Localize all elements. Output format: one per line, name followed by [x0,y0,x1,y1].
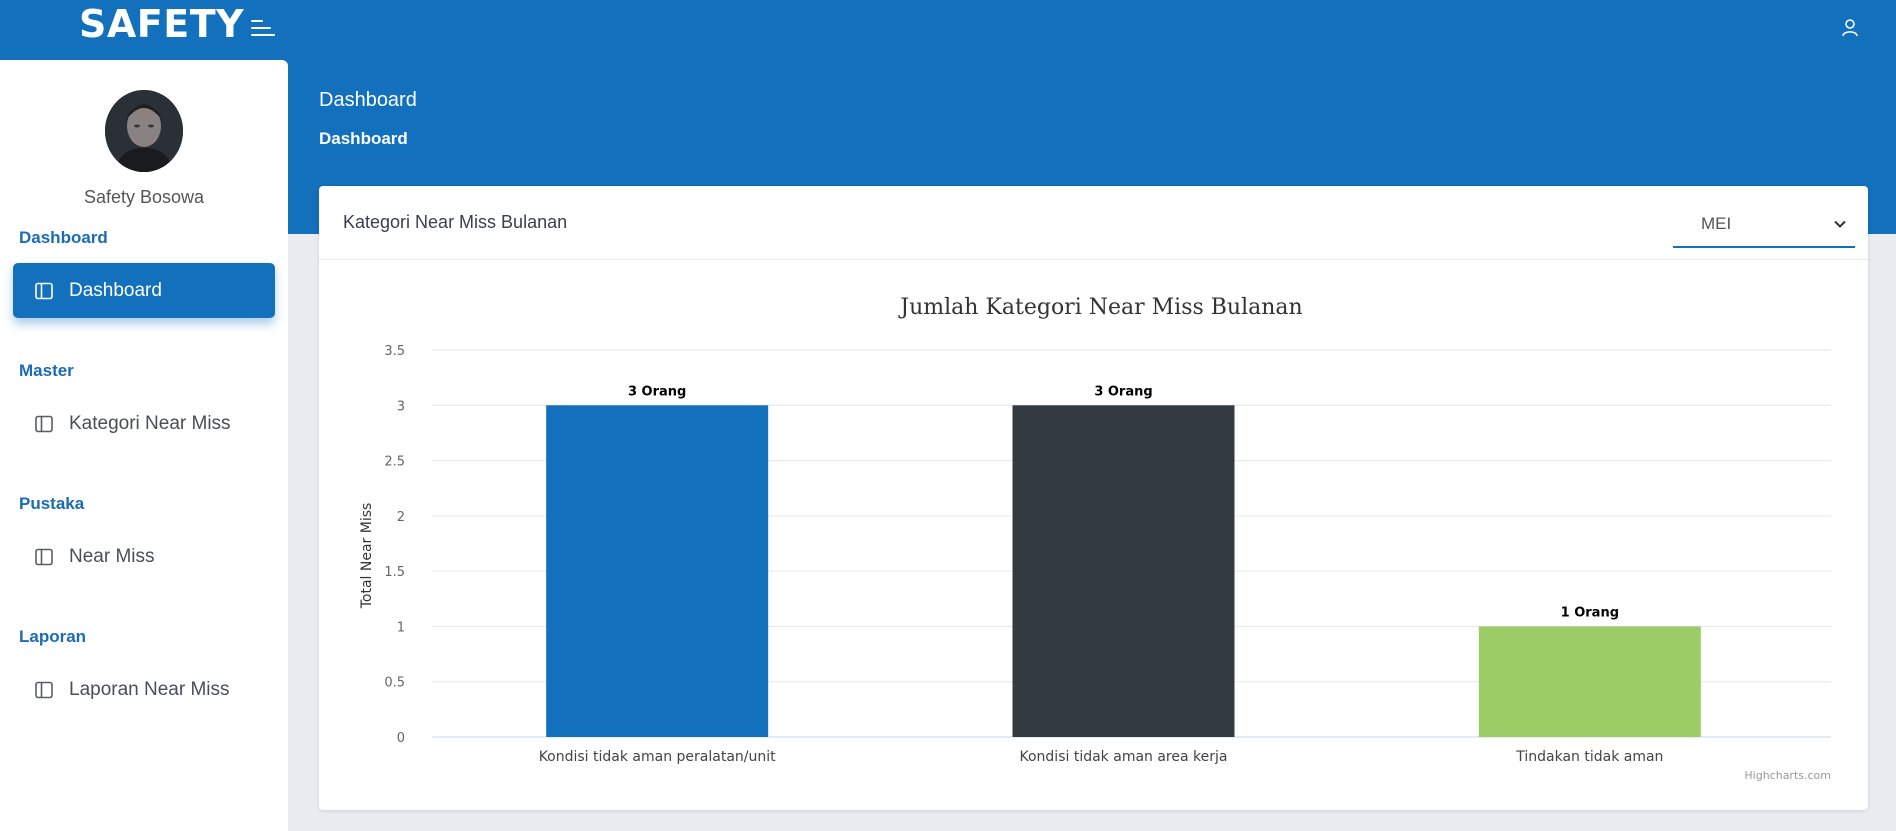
breadcrumb[interactable]: Dashboard [319,129,408,149]
chart-card: Kategori Near Miss Bulanan MEI Jumlah Ka… [319,186,1868,810]
data-label: 3 Orang [628,384,686,399]
sidebar-item-near-miss[interactable]: Near Miss [13,529,275,584]
sidebar-heading-pustaka: Pustaka [19,494,85,513]
sidebar: Safety Bosowa Dashboard Dashboard Master… [0,60,288,831]
x-tick-label: Kondisi tidak aman area kerja [1020,749,1228,765]
sidebar-panel-icon [35,681,53,699]
data-label: 3 Orang [1094,384,1152,399]
chart-title: Jumlah Kategori Near Miss Bulanan [898,295,1302,320]
sidebar-heading-master: Master [19,361,74,380]
sidebar-item-kategori-near-miss[interactable]: Kategori Near Miss [13,396,275,451]
sidebar-item-label: Near Miss [69,545,155,567]
app-logo[interactable]: SAFETY [79,2,244,46]
sidebar-panel-icon [35,548,53,566]
profile-name: Safety Bosowa [83,187,205,207]
bar-chart: Jumlah Kategori Near Miss Bulanan 0 0.5 1 1.… [359,295,1831,782]
sidebar-heading-dashboard: Dashboard [19,228,108,247]
sidebar-heading-laporan: Laporan [19,627,87,646]
chart-credits: Highcharts.com [1744,769,1831,782]
y-tick-label: 3 [397,399,405,414]
x-tick-label: Kondisi tidak aman peralatan/unit [539,749,776,765]
x-tick-label: Tindakan tidak aman [1515,749,1663,765]
page-title: Dashboard [319,89,417,111]
y-tick-label: 3.5 [384,344,405,359]
user-icon[interactable] [1840,18,1860,38]
y-tick-label: 1 [397,620,405,635]
y-tick-label: 2.5 [384,455,405,470]
bar [546,405,769,737]
chevron-down-icon [1833,217,1847,231]
month-select[interactable]: MEI [1673,198,1855,248]
sidebar-item-label: Laporan Near Miss [69,678,230,700]
avatar[interactable] [105,90,183,172]
data-label: 1 Orang [1561,605,1619,620]
sidebar-item-laporan-near-miss[interactable]: Laporan Near Miss [13,662,275,717]
month-select-value: MEI [1701,214,1732,233]
y-tick-label: 0.5 [384,676,405,691]
y-tick-label: 0 [397,731,405,746]
y-axis-label: Total Near Miss [359,503,375,610]
card-header: Kategori Near Miss Bulanan MEI [319,186,1868,260]
sidebar-panel-icon [35,282,53,300]
menu-toggle-icon[interactable] [251,18,277,40]
y-tick-label: 2 [397,510,405,525]
y-tick-label: 1.5 [384,565,405,580]
card-title: Kategori Near Miss Bulanan [343,212,568,232]
sidebar-item-label: Dashboard [69,279,162,301]
chart-area: Jumlah Kategori Near Miss Bulanan 0 0.5 1 1.… [319,260,1868,810]
bar [1012,405,1235,737]
sidebar-item-label: Kategori Near Miss [69,412,231,434]
sidebar-panel-icon [35,415,53,433]
bar [1478,626,1701,737]
sidebar-item-dashboard[interactable]: Dashboard [13,263,275,318]
